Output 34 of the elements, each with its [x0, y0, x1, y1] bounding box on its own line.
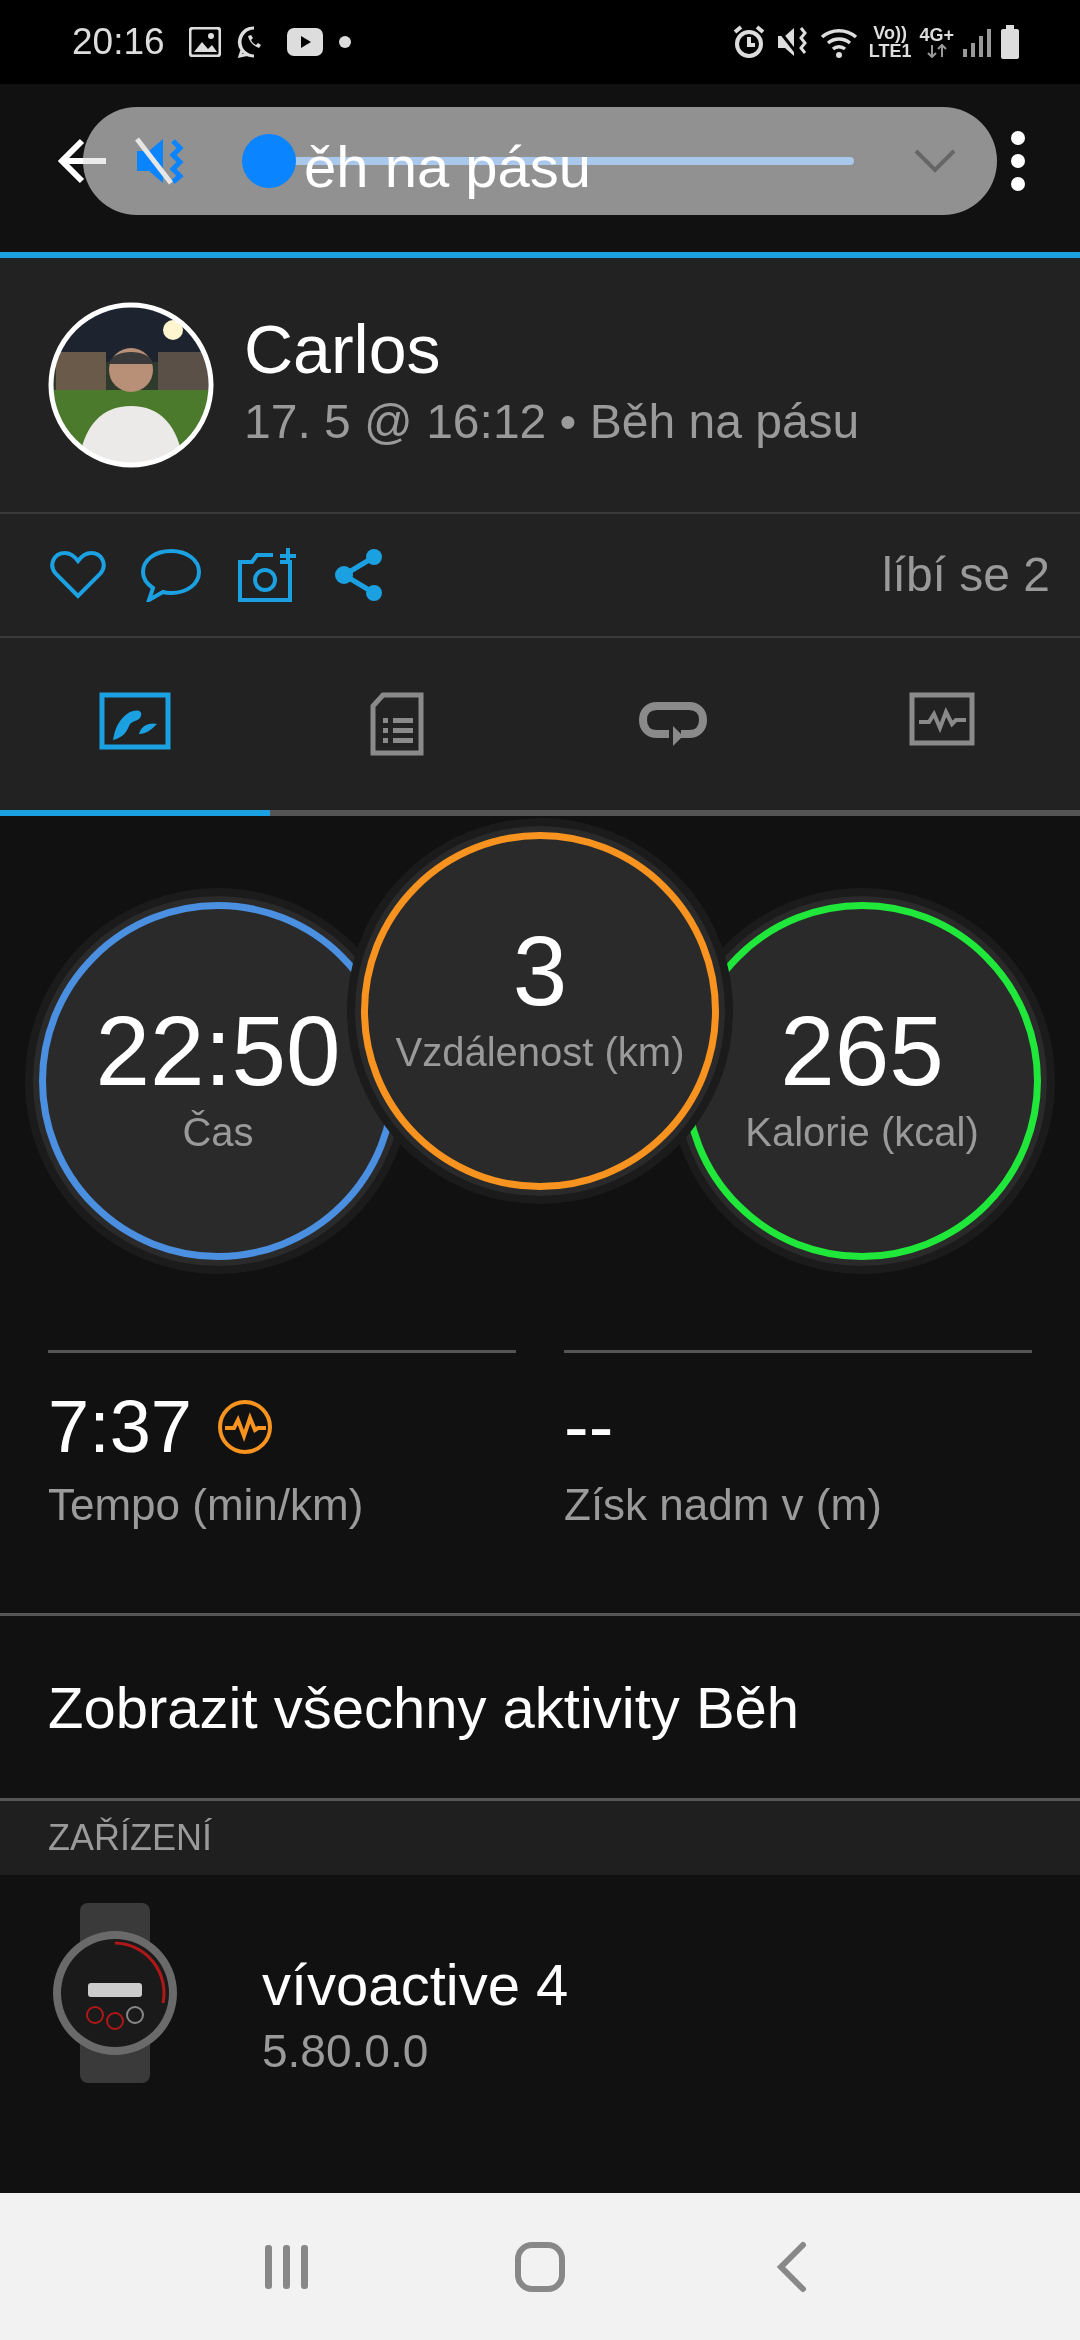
gauge-label: Čas [182, 1109, 254, 1157]
stat-label: Získ nadm v (m) [564, 1478, 883, 1531]
image-icon [188, 27, 221, 57]
share-icon[interactable] [334, 548, 384, 602]
stat-value: -- [564, 1384, 614, 1470]
back-arrow-icon[interactable] [58, 138, 108, 184]
athlete-name: Carlos [244, 311, 442, 387]
play-icon [286, 28, 323, 56]
section-header: ZAŘÍZENÍ [48, 1816, 212, 1860]
all-activities-link[interactable]: Zobrazit všechny aktivity Běh [48, 1663, 800, 1751]
data-arrows-icon [926, 44, 947, 58]
signal-icon [962, 27, 992, 57]
status-text: 4G+ [919, 26, 954, 44]
comment-icon[interactable] [140, 548, 202, 602]
status-text: Vo)) [873, 24, 907, 42]
dot-icon [338, 36, 351, 48]
gauge-value: 265 [780, 999, 944, 1103]
device-name[interactable]: vívoactive 4 [262, 1953, 569, 2017]
device-version: 5.80.0.0 [262, 2023, 430, 2079]
gauge-value: 22:50 [95, 999, 341, 1103]
status-time: 20:16 [72, 20, 165, 65]
more-options-icon[interactable] [1010, 130, 1026, 192]
battery-icon [1000, 25, 1020, 59]
stat-label: Tempo (min/km) [48, 1478, 365, 1531]
likes-count[interactable]: líbí se 2 [881, 539, 1050, 611]
activity-subtitle: 17. 5 @ 16:12 • Běh na pásu [244, 394, 860, 451]
home-icon[interactable] [514, 2240, 566, 2293]
gauge-value: 3 [512, 919, 568, 1023]
gauge-label: Kalorie (kcal) [745, 1109, 979, 1157]
slider-thumb[interactable] [242, 134, 296, 188]
status-text: LTE1 [868, 42, 912, 60]
gauge-label: Vzdálenost (km) [395, 1029, 685, 1077]
stat-value: 7:37 [48, 1384, 193, 1470]
heart-icon[interactable] [50, 550, 106, 600]
